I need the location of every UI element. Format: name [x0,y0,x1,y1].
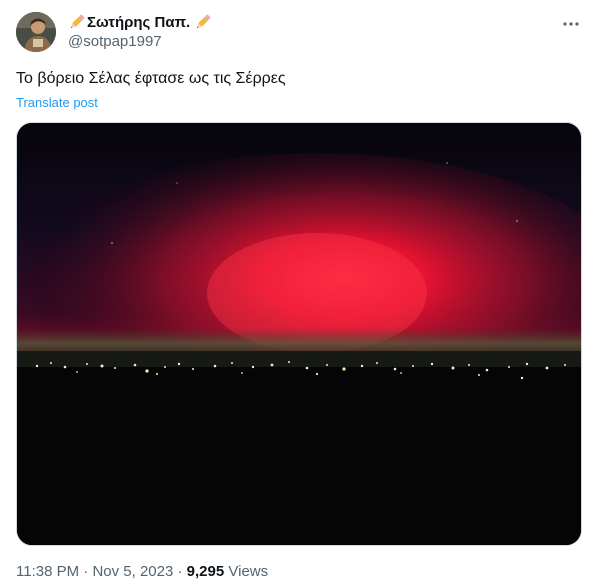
author-name-row[interactable]: Σωτήρης Παπ. [68,12,212,32]
translate-post-link[interactable]: Translate post [16,95,98,110]
meta-separator: · [79,563,93,580]
post-photo[interactable] [16,122,582,546]
author-handle[interactable]: @sotpap1997 [68,33,162,50]
post-text: Το βόρειο Σέλας έφτασε ως τις Σέρρες [16,70,286,87]
pencil-icon [68,13,86,31]
meta-separator: · [173,563,187,580]
post-meta: 11:38 PM · Nov 5, 2023 · 9,295 Views [16,563,268,580]
more-horizontal-icon [563,13,579,31]
avatar[interactable] [16,12,56,52]
post-time[interactable]: 11:38 PM [16,563,79,580]
more-options-button[interactable] [558,12,584,32]
views-count: 9,295 [186,563,225,580]
pencil-icon [194,13,212,31]
post-date[interactable]: Nov 5, 2023 [92,563,173,580]
views-label: Views [224,563,269,580]
aurora-photo-image [17,123,581,545]
author-display-name: Σωτήρης Παπ. [87,13,191,31]
